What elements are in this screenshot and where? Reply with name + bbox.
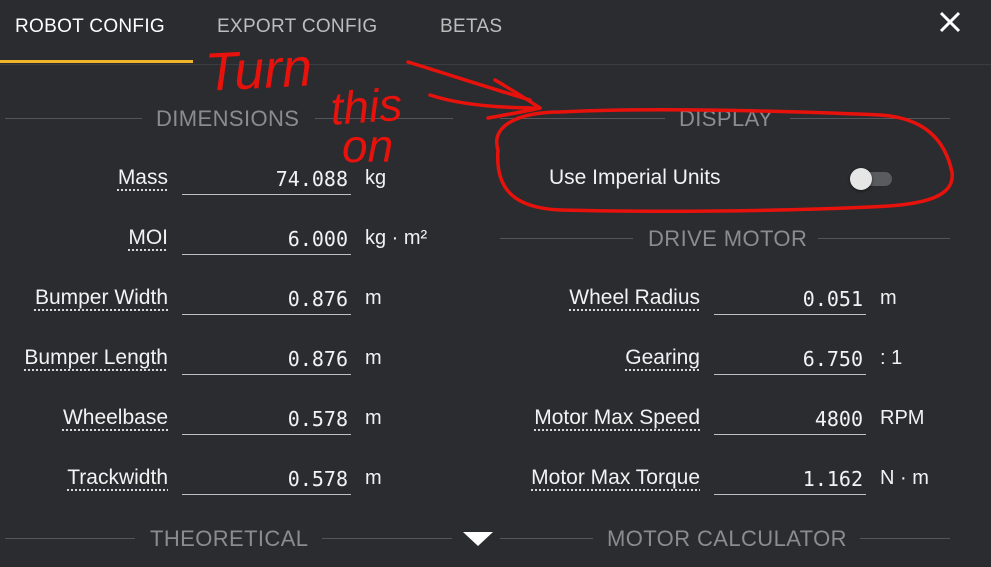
motor-max-torque-unit: N · m (880, 467, 929, 489)
section-title-drive-motor: DRIVE MOTOR (648, 226, 808, 251)
divider (500, 538, 593, 539)
trackwidth-unit: m (365, 467, 382, 489)
use-imperial-units-toggle[interactable] (850, 168, 892, 190)
display-section-header: DISPLAY (500, 106, 955, 131)
theoretical-section-header: THEORETICAL (0, 526, 460, 551)
mass-unit: kg (365, 167, 387, 189)
divider (500, 238, 633, 239)
motor-calculator-section-header: MOTOR CALCULATOR (500, 526, 955, 551)
section-title-motor-calculator: MOTOR CALCULATOR (607, 526, 847, 551)
motor-max-speed-unit: RPM (880, 407, 925, 429)
bumper-width-input[interactable]: 0.876 (182, 283, 351, 315)
bumper-width-label: Bumper Width (34, 286, 168, 309)
mass-label: Mass (117, 166, 168, 189)
wheel-radius-input[interactable]: 0.051 (714, 283, 866, 315)
motor-max-speed-input[interactable]: 4800 (714, 403, 866, 435)
dimensions-section-header: DIMENSIONS (0, 106, 460, 131)
tab-betas[interactable]: BETAS (440, 16, 502, 38)
motor-max-torque-label: Motor Max Torque (531, 466, 700, 489)
trackwidth-input[interactable]: 0.578 (182, 463, 351, 495)
tab-robot-config[interactable]: ROBOT CONFIG (15, 16, 165, 38)
section-title-theoretical: THEORETICAL (150, 526, 309, 551)
motor-max-torque-input[interactable]: 1.162 (714, 463, 866, 495)
mass-input[interactable]: 74.088 (182, 163, 351, 195)
divider (790, 118, 950, 119)
motor-max-speed-label: Motor Max Speed (534, 406, 700, 429)
gearing-label: Gearing (625, 346, 700, 369)
moi-unit: kg · m² (365, 227, 428, 249)
tab-export-config[interactable]: EXPORT CONFIG (217, 16, 378, 38)
wheel-radius-label: Wheel Radius (569, 286, 700, 309)
active-tab-indicator (0, 60, 193, 63)
trackwidth-label: Trackwidth (67, 466, 168, 489)
chevron-down-icon[interactable] (463, 532, 493, 548)
divider (500, 118, 665, 119)
use-imperial-units-label: Use Imperial Units (549, 166, 721, 189)
moi-input[interactable]: 6.000 (182, 223, 351, 255)
divider (315, 118, 453, 119)
divider (5, 118, 142, 119)
gearing-input[interactable]: 6.750 (714, 343, 866, 375)
toggle-knob[interactable] (850, 168, 872, 190)
divider (818, 238, 950, 239)
bumper-width-unit: m (365, 287, 382, 309)
bumper-length-unit: m (365, 347, 382, 369)
divider (322, 538, 452, 539)
section-title-display: DISPLAY (679, 106, 774, 131)
close-icon[interactable] (936, 8, 964, 36)
divider (860, 538, 950, 539)
bumper-length-input[interactable]: 0.876 (182, 343, 351, 375)
wheel-radius-unit: m (880, 287, 897, 309)
gearing-unit: : 1 (880, 347, 903, 369)
bumper-length-label: Bumper Length (24, 346, 168, 369)
wheelbase-label: Wheelbase (62, 406, 168, 429)
drive-motor-section-header: DRIVE MOTOR (500, 226, 955, 251)
divider (5, 538, 135, 539)
section-title-dimensions: DIMENSIONS (156, 106, 300, 131)
moi-label: MOI (128, 226, 168, 249)
wheelbase-unit: m (365, 407, 382, 429)
wheelbase-input[interactable]: 0.578 (182, 403, 351, 435)
